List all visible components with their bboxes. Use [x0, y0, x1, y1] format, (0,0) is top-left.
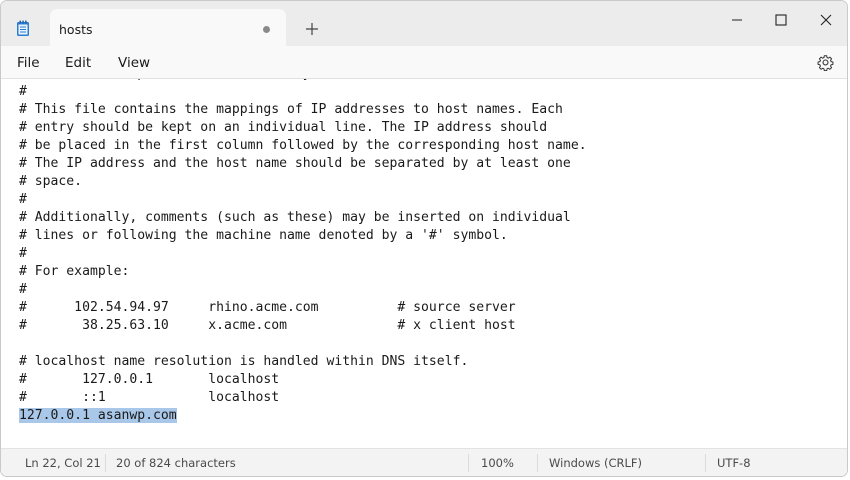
status-character-count: 20 of 824 characters [116, 456, 236, 470]
line-text: # be placed in the first column followed… [19, 138, 587, 153]
text-editor[interactable]: # This is a sample HOSTS file used by Mi… [1, 79, 847, 448]
line-text: # lines or following the machine name de… [19, 228, 508, 243]
editor-line[interactable]: # space. [19, 173, 587, 191]
editor-line[interactable]: # 127.0.0.1 localhost [19, 371, 587, 389]
line-text: # For example: [19, 264, 130, 279]
editor-line[interactable]: 127.0.0.1 asanwp.com [19, 407, 587, 425]
editor-line[interactable]: # [19, 191, 587, 209]
editor-line[interactable]: # This file contains the mappings of IP … [19, 101, 587, 119]
status-divider [105, 454, 106, 472]
line-text: # This is a sample HOSTS file used by Mi… [19, 79, 547, 81]
line-text: # 38.25.63.10 x.acme.com # x client host [19, 318, 516, 333]
status-divider [537, 454, 538, 472]
status-bar: Ln 22, Col 21 20 of 824 characters 100% … [1, 448, 847, 476]
editor-line[interactable]: # 102.54.94.97 rhino.acme.com # source s… [19, 299, 587, 317]
line-text: # localhost name resolution is handled w… [19, 354, 469, 369]
editor-line[interactable]: # For example: [19, 263, 587, 281]
line-text: # entry should be kept on an individual … [19, 120, 548, 135]
status-position: Ln 22, Col 21 [25, 456, 101, 470]
editor-line[interactable]: # This is a sample HOSTS file used by Mi… [19, 79, 587, 83]
editor-line[interactable] [19, 335, 587, 353]
line-text: # space. [19, 174, 83, 189]
selected-text: 127.0.0.1 asanwp.com [19, 408, 177, 423]
line-text: # Additionally, comments (such as these)… [19, 210, 571, 225]
line-text: # [19, 282, 27, 297]
menu-view[interactable]: View [118, 55, 150, 71]
line-text: # [19, 246, 27, 261]
editor-line[interactable]: # localhost name resolution is handled w… [19, 353, 587, 371]
editor-line[interactable]: # [19, 245, 587, 263]
plus-icon[interactable] [305, 21, 319, 40]
notepad-window: hosts File Edit View # # This file conta… [0, 0, 848, 477]
editor-line[interactable]: # be placed in the first column followed… [19, 137, 587, 155]
editor-line[interactable]: # ::1 localhost [19, 389, 587, 407]
line-text: # The IP address and the host name shoul… [19, 156, 571, 171]
unsaved-dot-icon[interactable] [263, 26, 270, 33]
menu-edit[interactable]: Edit [65, 55, 91, 71]
status-encoding[interactable]: UTF-8 [717, 456, 751, 470]
gear-icon[interactable] [817, 54, 834, 75]
notepad-icon [16, 20, 30, 41]
status-line-ending[interactable]: Windows (CRLF) [549, 456, 642, 470]
editor-lines[interactable]: # This is a sample HOSTS file used by Mi… [19, 79, 587, 425]
status-zoom[interactable]: 100% [481, 456, 514, 470]
line-text: # [19, 84, 27, 99]
editor-line[interactable]: # The IP address and the host name shoul… [19, 155, 587, 173]
line-text: # This file contains the mappings of IP … [19, 102, 563, 117]
tab-hosts[interactable]: hosts [50, 9, 286, 47]
editor-line[interactable]: # Additionally, comments (such as these)… [19, 209, 587, 227]
editor-line[interactable]: # 38.25.63.10 x.acme.com # x client host [19, 317, 587, 335]
menu-file[interactable]: File [17, 55, 40, 71]
title-bar[interactable]: hosts [1, 1, 847, 47]
menu-bar: File Edit View [1, 46, 847, 79]
line-text: # 127.0.0.1 localhost [19, 372, 280, 387]
editor-line[interactable]: # [19, 281, 587, 299]
tab-title: hosts [59, 22, 93, 37]
line-text: # [19, 192, 27, 207]
maximize-icon[interactable] [772, 11, 790, 29]
editor-line[interactable]: # lines or following the machine name de… [19, 227, 587, 245]
line-text: # ::1 localhost [19, 390, 280, 405]
minimize-icon[interactable] [728, 11, 746, 29]
line-text: # 102.54.94.97 rhino.acme.com # source s… [19, 300, 516, 315]
close-icon[interactable] [817, 11, 835, 29]
editor-line[interactable]: # [19, 83, 587, 101]
editor-line[interactable]: # entry should be kept on an individual … [19, 119, 587, 137]
status-divider [468, 454, 469, 472]
status-divider [705, 454, 706, 472]
